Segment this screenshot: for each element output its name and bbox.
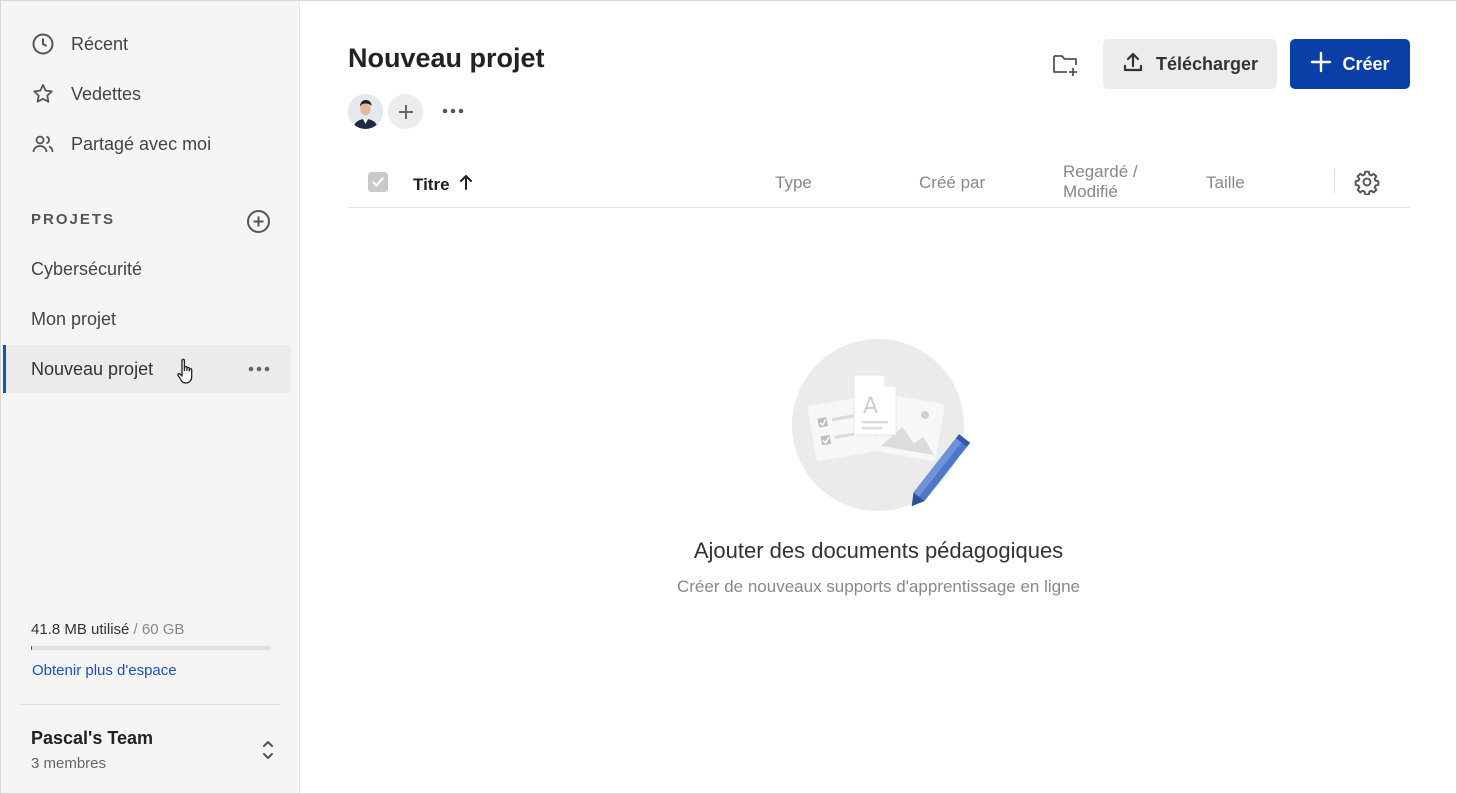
upload-label: Télécharger bbox=[1155, 53, 1259, 74]
main-content: Nouveau projet Télécharger Créer Titre T… bbox=[300, 1, 1456, 793]
add-project-button[interactable] bbox=[246, 209, 271, 234]
projects-section-title: PROJETS bbox=[31, 211, 116, 228]
project-item-mon-projet[interactable]: Mon projet bbox=[31, 309, 116, 330]
storage-usage: 41.8 MB utilisé / 60 GB bbox=[31, 621, 184, 638]
project-item-label: Nouveau projet bbox=[31, 358, 154, 379]
empty-state-documents-illustration: A bbox=[792, 339, 972, 519]
create-label: Créer bbox=[1342, 53, 1390, 74]
sidebar-item-label: Récent bbox=[71, 33, 129, 54]
select-all-checkbox[interactable] bbox=[368, 172, 388, 192]
storage-total: / 60 GB bbox=[129, 621, 185, 638]
sidebar-item-label: Vedettes bbox=[71, 83, 142, 104]
column-header-viewed-line1: Regardé / bbox=[1063, 162, 1138, 181]
project-item-nouveau-projet[interactable]: Nouveau projet bbox=[3, 345, 291, 393]
header-separator bbox=[1334, 169, 1335, 193]
clock-icon bbox=[31, 32, 55, 56]
column-header-viewed-line2: Modifié bbox=[1063, 182, 1118, 201]
upload-button[interactable]: Télécharger bbox=[1103, 39, 1277, 89]
avatar[interactable] bbox=[348, 94, 383, 129]
storage-progress-fill bbox=[31, 646, 33, 650]
hand-cursor-icon bbox=[176, 357, 198, 387]
sidebar-item-label: Partagé avec moi bbox=[71, 133, 212, 154]
column-header-title[interactable]: Titre bbox=[413, 173, 474, 196]
sidebar-item-favorites[interactable]: Vedettes bbox=[31, 79, 141, 109]
team-name: Pascal's Team bbox=[31, 728, 154, 748]
empty-state-subtitle: Créer de nouveaux supports d'apprentissa… bbox=[676, 577, 1080, 596]
project-more-icon[interactable] bbox=[247, 355, 271, 383]
page-title: Nouveau projet bbox=[348, 43, 545, 73]
app-window: Récent Vedettes Partagé avec moi PROJETS… bbox=[0, 0, 1457, 794]
sort-arrow-up-icon bbox=[458, 173, 474, 196]
column-header-created-by[interactable]: Créé par bbox=[919, 173, 985, 193]
svg-text:A: A bbox=[863, 394, 878, 419]
new-folder-button[interactable] bbox=[1050, 49, 1080, 79]
sidebar-divider bbox=[21, 704, 281, 705]
column-header-type[interactable]: Type bbox=[775, 173, 812, 193]
column-header-size[interactable]: Taille bbox=[1206, 173, 1245, 193]
team-switcher-chevron-icon[interactable] bbox=[258, 736, 278, 764]
members-more-icon[interactable] bbox=[440, 98, 466, 124]
add-member-button[interactable] bbox=[388, 94, 423, 129]
column-header-title-label: Titre bbox=[413, 174, 450, 194]
table-header: Titre Type Créé par Regardé / Modifié Ta… bbox=[348, 156, 1410, 208]
sidebar-item-shared[interactable]: Partagé avec moi bbox=[31, 129, 211, 159]
star-icon bbox=[31, 82, 55, 106]
upload-icon bbox=[1122, 51, 1144, 78]
storage-used: 41.8 MB utilisé bbox=[31, 621, 130, 638]
plus-icon bbox=[1310, 51, 1332, 78]
sidebar: Récent Vedettes Partagé avec moi PROJETS… bbox=[1, 1, 300, 793]
storage-progress-bar bbox=[31, 646, 271, 650]
empty-state-title: Ajouter des documents pédagogiques bbox=[693, 538, 1064, 563]
team-members-count: 3 membres bbox=[31, 755, 107, 772]
column-settings-gear-icon[interactable] bbox=[1354, 169, 1380, 196]
folder-plus-icon bbox=[1050, 55, 1080, 83]
sidebar-item-recent[interactable]: Récent bbox=[31, 29, 128, 59]
create-button[interactable]: Créer bbox=[1290, 39, 1410, 89]
project-item-cybersecurite[interactable]: Cybersécurité bbox=[31, 259, 142, 280]
column-header-viewed-modified[interactable]: Regardé / Modifié bbox=[1063, 162, 1138, 202]
users-icon bbox=[31, 132, 55, 156]
get-more-space-link[interactable]: Obtenir plus d'espace bbox=[32, 662, 177, 679]
